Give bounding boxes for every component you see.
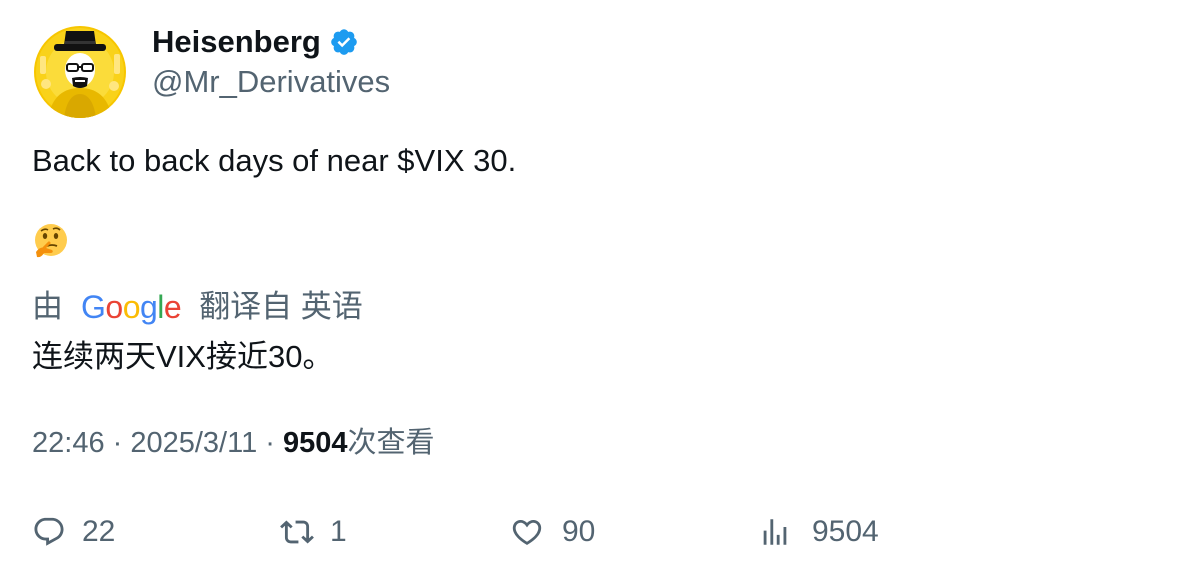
retweet-count: 1 — [330, 515, 347, 548]
tweet-meta: 22:46 · 2025/3/11 · 9504次查看 — [32, 423, 435, 463]
reply-icon — [34, 517, 64, 546]
translation-suffix: 翻译自 英语 — [199, 289, 363, 324]
tweet-text: Back to back days of near $VIX 30. — [32, 143, 517, 178]
tweet-date[interactable]: 2025/3/11 — [130, 427, 257, 459]
like-count: 90 — [562, 515, 596, 548]
views-label: 次查看 — [347, 427, 435, 459]
translation-attribution[interactable]: 由 Google 翻译自 英语 — [32, 286, 363, 328]
retweet-button[interactable]: 1 — [280, 510, 347, 554]
translation-prefix: 由 — [32, 289, 63, 324]
avatar[interactable] — [34, 26, 126, 118]
meta-separator: · — [104, 427, 131, 459]
tweet-card: Heisenberg @Mr_Derivatives Back to back … — [0, 0, 1196, 578]
meta-separator: · — [257, 427, 284, 459]
heart-icon — [512, 519, 542, 545]
thinking-face-emoji-icon — [32, 222, 70, 260]
display-name-text: Heisenberg — [152, 24, 321, 59]
heisenberg-avatar-icon — [34, 26, 126, 118]
tweet-time[interactable]: 22:46 — [32, 427, 105, 459]
translated-text: 连续两天VIX接近30。 — [32, 339, 334, 374]
reply-count: 22 — [82, 515, 116, 548]
views-count: 9504 — [283, 427, 348, 459]
reply-button[interactable]: 22 — [32, 510, 115, 554]
views-stat-count: 9504 — [812, 515, 879, 548]
author-handle[interactable]: @Mr_Derivatives — [152, 62, 390, 102]
retweet-icon — [280, 520, 314, 544]
like-button[interactable]: 90 — [510, 510, 595, 554]
google-logo-icon: Google — [81, 289, 182, 325]
verified-badge-icon — [329, 27, 359, 57]
bar-chart-icon — [763, 519, 787, 545]
display-name[interactable]: Heisenberg — [152, 22, 359, 62]
views-button[interactable]: 9504 — [758, 510, 879, 554]
